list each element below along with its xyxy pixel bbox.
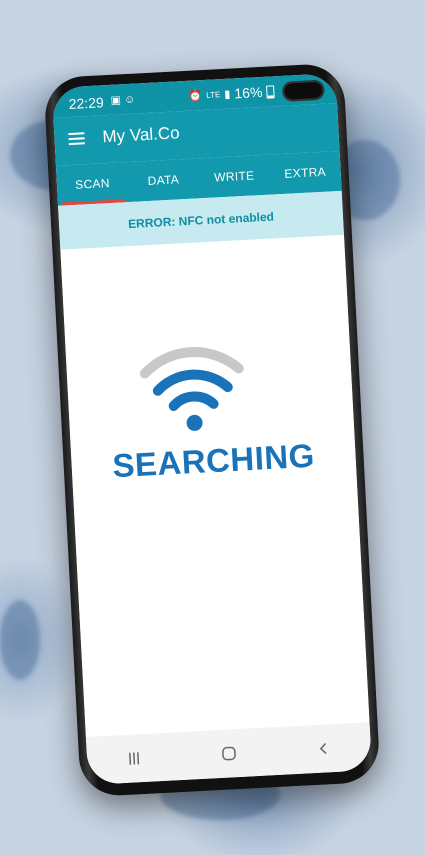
alarm-icon: ⏰ [188, 89, 203, 103]
menu-icon[interactable] [68, 132, 85, 146]
people-icon: ☺ [123, 93, 136, 107]
image-icon: ▣ [110, 94, 122, 107]
back-icon[interactable] [303, 733, 345, 765]
phone-screen: 22:29 ▣ ☺ ⏰ LTE ▮ 16% My Val.Co SCAN DAT… [51, 73, 373, 785]
tab-extra[interactable]: EXTRA [269, 151, 342, 195]
status-indicators: ⏰ LTE ▮ 16% [188, 83, 275, 103]
home-icon[interactable] [208, 738, 250, 770]
tab-scan[interactable]: SCAN [56, 162, 129, 206]
network-type: LTE [206, 89, 221, 100]
wifi-inner-arc [168, 391, 219, 411]
wifi-searching-icon [139, 347, 244, 431]
battery-percent: 16% [233, 83, 263, 102]
tab-data[interactable]: DATA [127, 158, 200, 202]
phone-frame: 22:29 ▣ ☺ ⏰ LTE ▮ 16% My Val.Co SCAN DAT… [43, 62, 381, 798]
tab-write[interactable]: WRITE [198, 155, 271, 199]
scan-content: SEARCHING [60, 234, 370, 738]
searching-label: SEARCHING [111, 436, 316, 485]
status-time: 22:29 [68, 94, 105, 113]
front-camera [281, 79, 325, 102]
recents-icon[interactable] [114, 742, 156, 774]
app-title: My Val.Co [102, 123, 181, 147]
wifi-middle-arc [152, 369, 233, 396]
wifi-dot [186, 414, 203, 431]
notification-icons: ▣ ☺ [110, 93, 135, 107]
water-splash [0, 600, 40, 680]
battery-icon [266, 84, 275, 99]
signal-icon: ▮ [224, 88, 231, 101]
